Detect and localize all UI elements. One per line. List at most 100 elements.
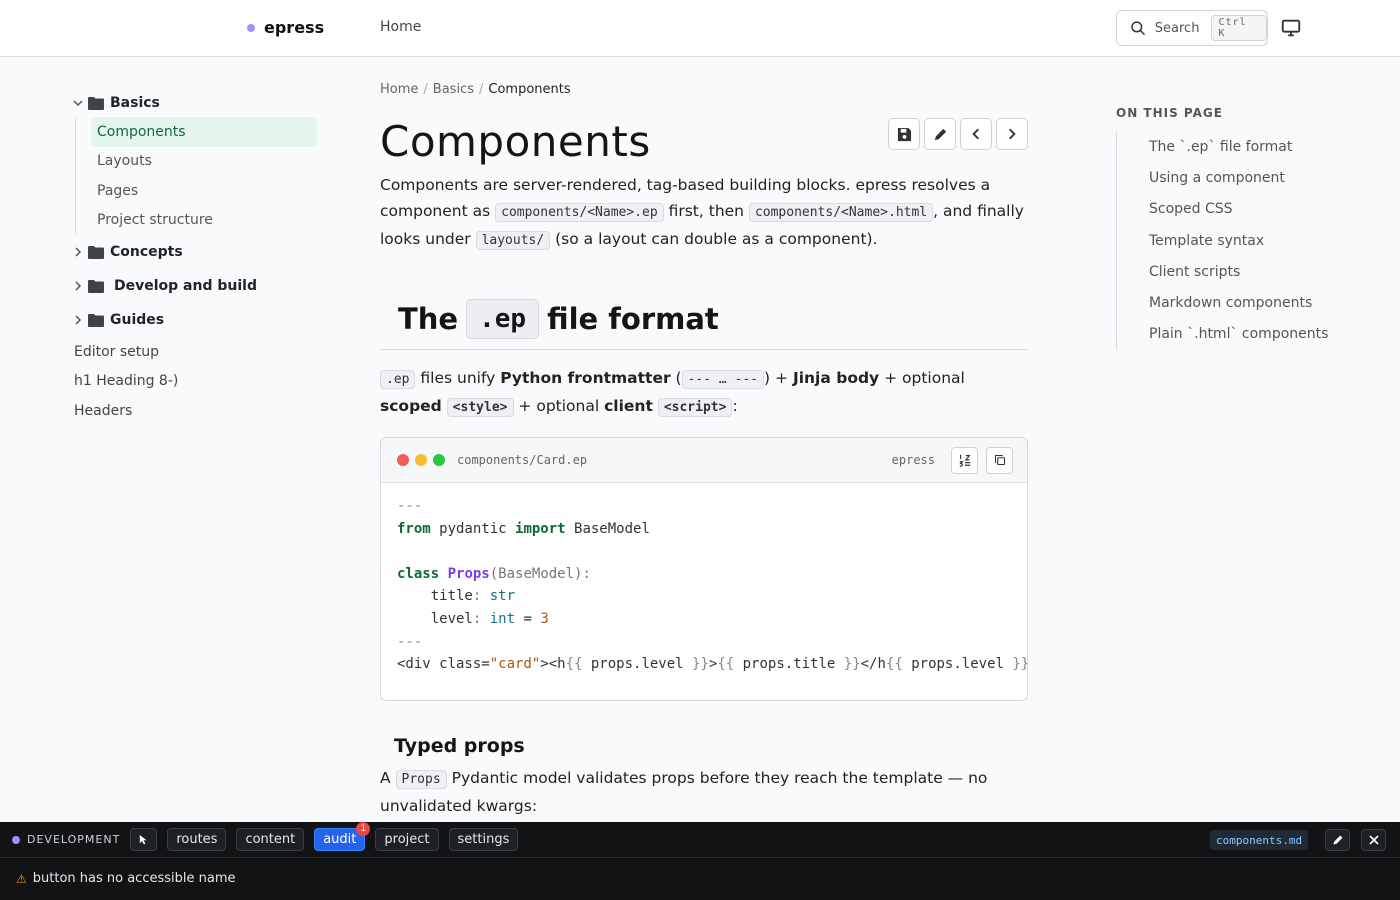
inspect-button[interactable] (130, 828, 158, 851)
para-text: ( (670, 369, 682, 387)
code-token: --- (397, 633, 423, 650)
toc-item-scoped-css[interactable]: Scoped CSS (1149, 194, 1346, 225)
brand-logo[interactable]: epress (247, 18, 324, 37)
search-button[interactable]: Search Ctrl K (1116, 10, 1268, 46)
sidebar-group-develop-and-build[interactable]: Develop and build (70, 269, 320, 303)
inline-code: .ep (380, 370, 416, 389)
para-bold: Python frontmatter (500, 369, 671, 387)
code-token: BaseModel (565, 520, 650, 537)
toc-item-client-scripts[interactable]: Client scripts (1149, 256, 1346, 287)
nav-home-link[interactable]: Home (380, 19, 421, 35)
code-token: <div class= (397, 656, 490, 673)
code-token: props.level (902, 656, 1013, 673)
code-token: class (397, 565, 440, 582)
toc-item-using-component[interactable]: Using a component (1149, 162, 1346, 193)
sidebar-group-children: Components Layouts Pages Project structu… (75, 117, 320, 235)
dev-tab-audit[interactable]: audit 1 (314, 822, 371, 851)
code-token: </h (860, 656, 886, 673)
chevron-right-icon (70, 312, 86, 328)
code-block-header: components/Card.ep epress (381, 438, 1027, 483)
dev-close-button[interactable] (1361, 829, 1386, 851)
theme-toggle-button[interactable] (1280, 17, 1302, 39)
previous-page-button[interactable] (960, 118, 992, 150)
inline-code: components/<Name>.ep (495, 203, 664, 222)
dev-tab-settings[interactable]: settings (448, 828, 519, 851)
code-token: ><h (540, 656, 566, 673)
para-bold: scoped (380, 397, 442, 415)
line-numbers-toggle-button[interactable] (951, 446, 978, 474)
para-text: files unify (415, 369, 501, 387)
line-numbers-icon (958, 454, 971, 467)
code-token: 3 (540, 610, 549, 627)
close-icon (1368, 835, 1379, 845)
sidebar-item-h1-heading[interactable]: h1 Heading 8-) (70, 367, 320, 397)
main-content: Home / Basics / Components Components Compon… (380, 82, 1028, 819)
dev-tab-routes[interactable]: routes (167, 828, 227, 851)
sidebar-group-label: Concepts (110, 244, 183, 260)
folder-icon (88, 314, 104, 327)
folder-icon (88, 280, 104, 293)
sidebar-item-layouts[interactable]: Layouts (91, 147, 320, 177)
chevron-right-icon (70, 244, 86, 260)
audit-count-badge: 1 (356, 822, 371, 836)
code-token: pydantic (430, 520, 516, 537)
para-text: + optional (879, 369, 965, 387)
sidebar-group-guides[interactable]: Guides (70, 303, 320, 337)
sidebar-group-concepts[interactable]: Concepts (70, 235, 320, 269)
intro-paragraph: Components are server-rendered, tag-base… (380, 172, 1028, 254)
brand-name: epress (264, 18, 325, 37)
para-text: : (732, 397, 738, 415)
toc-item-template-syntax[interactable]: Template syntax (1149, 225, 1346, 256)
next-page-button[interactable] (996, 118, 1028, 150)
dev-toolbar-tabs: DEVELOPMENT routes content audit 1 proje… (0, 822, 1400, 858)
toc-item-markdown-components[interactable]: Markdown components (1149, 287, 1346, 318)
toc-item-ep-format[interactable]: The `.ep` file format (1149, 131, 1346, 162)
monitor-icon (1281, 19, 1301, 37)
code-token: str (489, 588, 516, 605)
code-token: : (472, 610, 490, 627)
code-token: from (397, 520, 431, 537)
sidebar-item-headers[interactable]: Headers (70, 396, 320, 426)
breadcrumb-home[interactable]: Home (380, 82, 418, 97)
warning-icon: ⚠ (16, 871, 27, 886)
sidebar-item-project-structure[interactable]: Project structure (91, 206, 320, 236)
dev-tab-project[interactable]: project (375, 828, 439, 851)
dev-edit-button[interactable] (1325, 829, 1350, 851)
copy-icon (994, 454, 1005, 466)
sidebar-item-editor-setup[interactable]: Editor setup (70, 337, 320, 367)
save-icon (897, 127, 911, 141)
toc-list: The `.ep` file format Using a component … (1116, 131, 1346, 351)
sidebar-group-label: Basics (110, 94, 160, 111)
code-block: components/Card.ep epress --- from pydan… (380, 437, 1028, 701)
cursor-icon (140, 835, 147, 845)
sidebar-group-label: Develop and build (114, 278, 257, 294)
table-of-contents: ON THIS PAGE The `.ep` file format Using… (1116, 106, 1346, 351)
save-button[interactable] (888, 118, 920, 150)
code-token: : (472, 588, 490, 605)
dev-toolbar: DEVELOPMENT routes content audit 1 proje… (0, 822, 1400, 900)
inline-code: components/<Name>.html (748, 203, 934, 222)
intro-text: first, then (663, 202, 749, 220)
inline-code: --- … --- (681, 370, 765, 389)
section-heading-typed-props: Typed props (394, 735, 525, 757)
search-icon (1131, 21, 1146, 36)
para-text: Pydantic model validates props before th… (380, 769, 988, 815)
code-content: --- from pydantic import BaseModel class… (381, 483, 1027, 688)
pencil-icon (934, 128, 946, 140)
sidebar-item-pages[interactable]: Pages (91, 176, 320, 206)
current-file-badge: components.md (1210, 830, 1309, 850)
breadcrumb-basics[interactable]: Basics (433, 82, 474, 97)
dev-tab-content[interactable]: content (236, 828, 305, 851)
copy-code-button[interactable] (986, 446, 1013, 474)
para-bold: Jinja body (792, 369, 880, 387)
chevron-right-icon (70, 278, 86, 294)
para-text: A (380, 769, 396, 787)
inline-code: <style> (446, 398, 514, 417)
sidebar-item-components[interactable]: Components (91, 117, 317, 147)
sidebar-group-basics[interactable]: Basics (70, 88, 320, 117)
code-token: int (489, 610, 516, 627)
toc-item-plain-html-components[interactable]: Plain `.html` components (1149, 319, 1346, 350)
chevron-left-icon (972, 128, 979, 140)
edit-button[interactable] (924, 118, 956, 150)
code-token: props.title (734, 656, 844, 673)
